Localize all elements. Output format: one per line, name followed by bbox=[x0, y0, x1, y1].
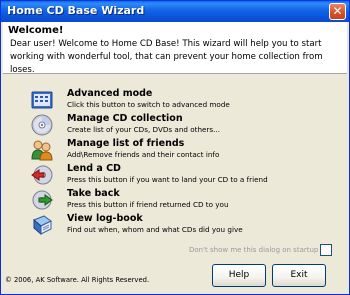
take-back-item[interactable]: Take back Press this button if friend re… bbox=[31, 188, 331, 214]
manage-cd-collection-item[interactable]: Manage CD collection Create list of your… bbox=[31, 113, 331, 139]
lend-cd-icon bbox=[31, 165, 53, 185]
exit-button[interactable]: Exit bbox=[272, 264, 326, 287]
welcome-heading: Welcome! bbox=[8, 25, 64, 36]
window-title: Home CD Base Wizard bbox=[7, 4, 145, 17]
take-back-icon bbox=[32, 190, 53, 210]
item-description: Press this button if friend returned CD … bbox=[67, 200, 229, 209]
item-description: Press this button if you want to land yo… bbox=[67, 175, 268, 184]
item-label: Advanced mode bbox=[67, 88, 153, 99]
advanced-mode-icon bbox=[31, 91, 53, 109]
item-label: Take back bbox=[67, 188, 120, 199]
item-description: Create list of your CDs, DVDs and others… bbox=[67, 125, 220, 134]
manage-friends-item[interactable]: Manage list of friends Add\Remove friend… bbox=[31, 138, 331, 164]
item-description: Add\Remove friends and their contact inf… bbox=[67, 150, 220, 159]
title-bar[interactable]: Home CD Base Wizard ✕ bbox=[1, 1, 349, 22]
cd-collection-icon bbox=[31, 114, 53, 136]
friends-icon bbox=[31, 140, 53, 161]
item-label: Manage CD collection bbox=[67, 113, 183, 124]
close-icon: ✕ bbox=[332, 4, 343, 18]
view-log-book-item[interactable]: View log-book Find out when, whom and wh… bbox=[31, 213, 331, 239]
log-book-icon bbox=[33, 215, 52, 236]
wizard-window: Home CD Base Wizard ✕ Welcome! Dear user… bbox=[0, 0, 350, 295]
dont-show-label: Don't show me this dialog on startup bbox=[189, 246, 319, 254]
lend-cd-item[interactable]: Lend a CD Press this button if you want … bbox=[31, 163, 331, 189]
item-label: Lend a CD bbox=[67, 163, 121, 174]
item-description: Click this button to switch to advanced … bbox=[67, 100, 230, 109]
item-description: Find out when, whom and what CDs did you… bbox=[67, 225, 243, 234]
help-button[interactable]: Help bbox=[212, 264, 266, 287]
item-label: View log-book bbox=[67, 213, 143, 224]
welcome-text: Dear user! Welcome to Home CD Base! This… bbox=[10, 39, 323, 75]
close-button[interactable]: ✕ bbox=[329, 3, 346, 20]
copyright-text: © 2006, AK Software. All Rights Reserved… bbox=[5, 276, 150, 284]
advanced-mode-item[interactable]: Advanced mode Click this button to switc… bbox=[31, 88, 331, 114]
dont-show-checkbox[interactable] bbox=[320, 244, 332, 256]
welcome-header: Welcome! Dear user! Welcome to Home CD B… bbox=[3, 22, 347, 75]
item-label: Manage list of friends bbox=[67, 138, 185, 149]
